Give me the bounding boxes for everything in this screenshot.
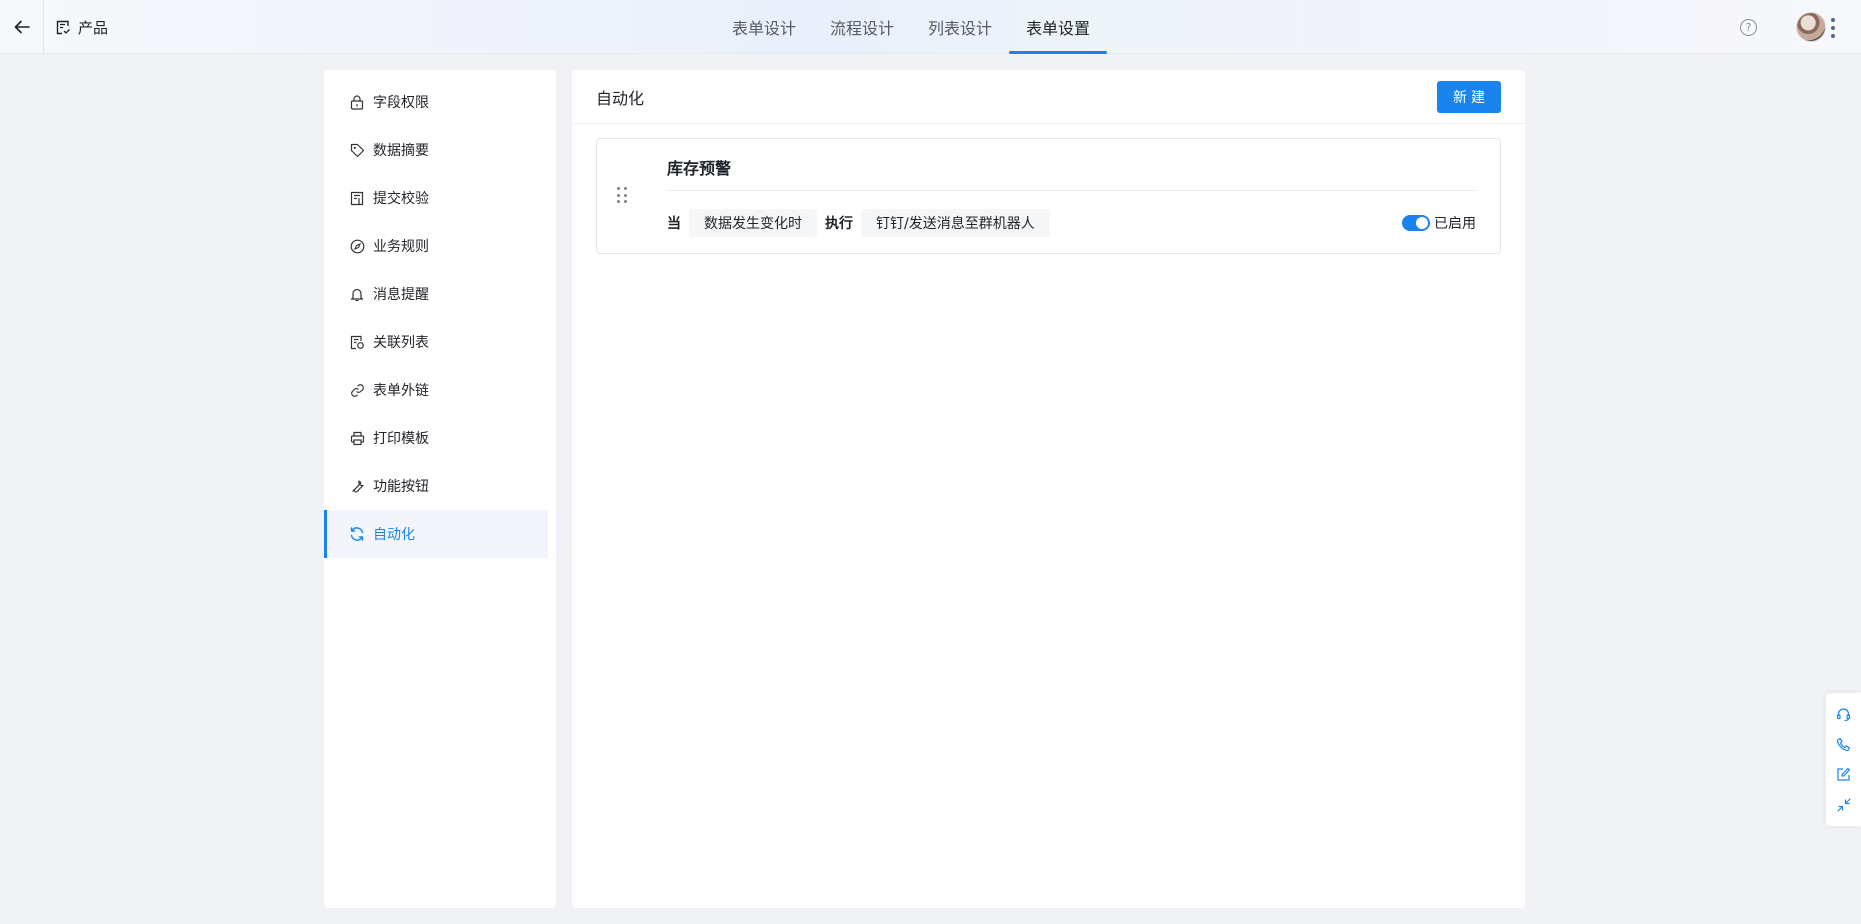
- tab-process-design[interactable]: 流程设计: [813, 0, 911, 54]
- action-chip: 钉钉/发送消息至群机器人: [861, 209, 1050, 237]
- sidebar-item-label: 提交校验: [373, 191, 429, 207]
- sidebar-item-business-rules[interactable]: 业务规则: [324, 222, 556, 270]
- tab-list-design[interactable]: 列表设计: [911, 0, 1009, 54]
- tab-label: 表单设计: [732, 19, 797, 38]
- arrow-left-icon: [14, 20, 30, 34]
- sidebar-item-label: 字段权限: [373, 95, 429, 111]
- trigger-chip: 数据发生变化时: [689, 209, 817, 237]
- top-bar: 产品 表单设计 流程设计 列表设计 表单设置 ?: [0, 0, 1861, 54]
- sidebar-item-print-template[interactable]: 打印模板: [324, 414, 556, 462]
- sidebar-item-function-buttons[interactable]: 功能按钮: [324, 462, 556, 510]
- rule-name: 库存预警: [667, 159, 732, 178]
- enable-toggle[interactable]: [1402, 215, 1430, 231]
- sidebar-item-data-summary[interactable]: 数据摘要: [324, 126, 556, 174]
- lock-icon: [349, 94, 365, 110]
- tag-icon: [349, 142, 365, 158]
- document-check-icon: [349, 190, 365, 206]
- link-icon: [349, 382, 365, 398]
- avatar[interactable]: [1796, 12, 1826, 42]
- tab-label: 流程设计: [830, 19, 895, 38]
- sidebar-item-related-list[interactable]: 关联列表: [324, 318, 556, 366]
- back-button[interactable]: [0, 0, 44, 54]
- sidebar-item-submit-validation[interactable]: 提交校验: [324, 174, 556, 222]
- sidebar-item-label: 关联列表: [373, 335, 429, 351]
- tab-label: 表单设置: [1026, 19, 1091, 38]
- edit-icon[interactable]: [1835, 766, 1853, 784]
- sidebar-item-automation[interactable]: 自动化: [324, 510, 548, 558]
- when-label: 当: [667, 216, 681, 232]
- page-title: 自动化: [596, 88, 645, 108]
- action-label: 执行: [825, 216, 853, 232]
- app-title-text: 产品: [78, 18, 109, 37]
- phone-icon[interactable]: [1835, 735, 1853, 753]
- settings-sidebar: 字段权限 数据摘要 提交校验 业务规则 消息提醒 关联列表 表单外链 打印模板 …: [324, 70, 556, 908]
- app-title: 产品: [56, 0, 108, 54]
- form-icon: [56, 20, 70, 34]
- sidebar-item-label: 消息提醒: [373, 287, 429, 303]
- compass-icon: [349, 238, 365, 254]
- sidebar-item-label: 功能按钮: [373, 479, 429, 495]
- help-icon[interactable]: ?: [1740, 19, 1757, 36]
- automation-panel: 自动化 新建 库存预警 当 数据发生变化时 执行 钉钉/发送消息至群机器人 已启…: [572, 70, 1525, 908]
- status-label: 已启用: [1434, 216, 1476, 232]
- more-vertical-icon[interactable]: [1830, 18, 1836, 38]
- floating-toolbar: [1826, 693, 1861, 826]
- sidebar-item-label: 打印模板: [373, 431, 429, 447]
- sidebar-item-label: 数据摘要: [373, 143, 429, 159]
- sidebar-item-field-permissions[interactable]: 字段权限: [324, 78, 556, 126]
- automation-rule-card[interactable]: 库存预警 当 数据发生变化时 执行 钉钉/发送消息至群机器人 已启用: [596, 138, 1501, 254]
- nav-tabs: 表单设计 流程设计 列表设计 表单设置: [715, 0, 1108, 54]
- sidebar-item-label: 表单外链: [373, 383, 429, 399]
- drag-handle-icon[interactable]: [617, 187, 627, 205]
- bell-icon: [349, 286, 365, 302]
- linked-list-icon: [349, 334, 365, 350]
- headset-icon[interactable]: [1835, 705, 1853, 723]
- rule-summary: 当 数据发生变化时 执行 钉钉/发送消息至群机器人: [667, 209, 1050, 237]
- tab-form-settings[interactable]: 表单设置: [1009, 0, 1108, 54]
- new-button[interactable]: 新建: [1437, 80, 1501, 113]
- refresh-icon: [349, 526, 365, 542]
- wrench-icon: [349, 478, 365, 494]
- divider: [667, 190, 1476, 191]
- tab-label: 列表设计: [928, 19, 993, 38]
- sidebar-item-message-reminder[interactable]: 消息提醒: [324, 270, 556, 318]
- rule-status: 已启用: [1402, 213, 1476, 233]
- sidebar-item-label: 业务规则: [373, 239, 429, 255]
- sidebar-item-label: 自动化: [373, 527, 415, 543]
- collapse-icon[interactable]: [1835, 796, 1853, 814]
- tab-form-design[interactable]: 表单设计: [715, 0, 813, 54]
- printer-icon: [349, 430, 365, 446]
- panel-header: 自动化 新建: [572, 70, 1525, 124]
- sidebar-item-form-external-link[interactable]: 表单外链: [324, 366, 556, 414]
